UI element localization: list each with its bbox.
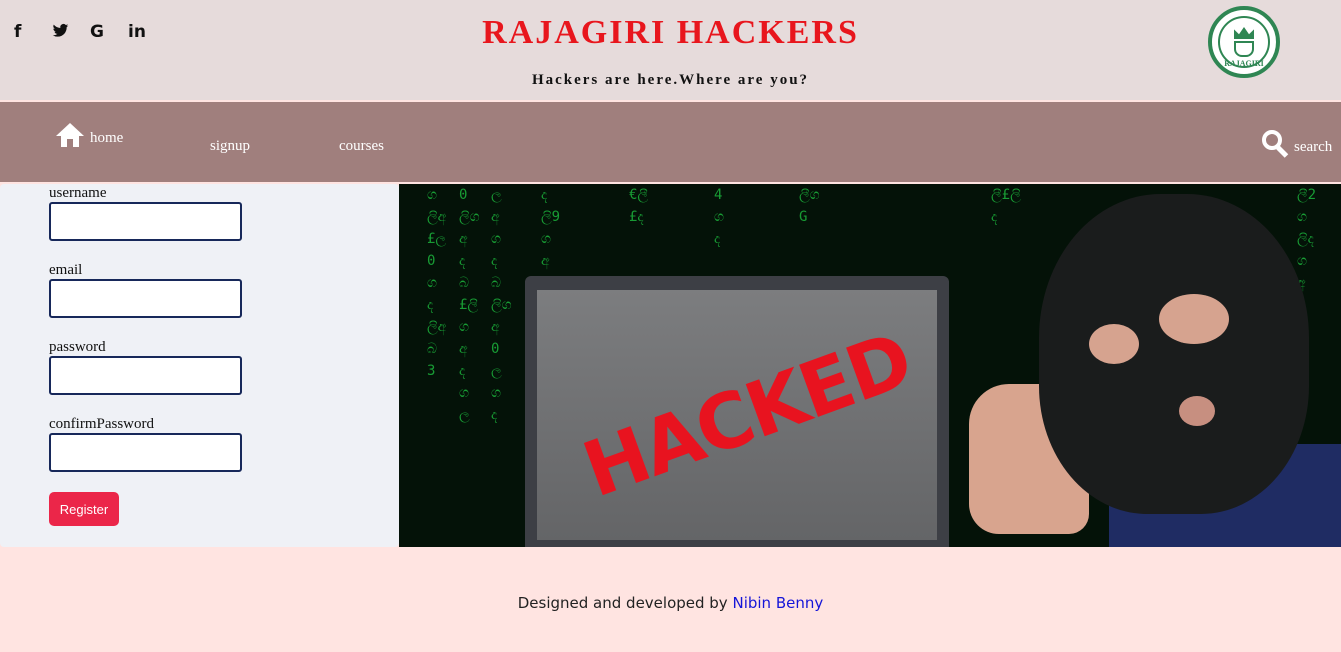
email-label: email [49, 262, 83, 278]
footer-credit-text: Designed and developed by [517, 594, 728, 612]
nav-home[interactable]: home [56, 123, 124, 147]
nav-courses-label: courses [339, 138, 384, 154]
register-button[interactable]: Register [49, 492, 119, 526]
site-title: RAJAGIRI HACKERS [482, 14, 859, 51]
signup-form: username email password confirmPassword … [0, 184, 399, 547]
footer: Designed and developed by Nibin Benny [0, 547, 1341, 652]
nav-courses[interactable]: courses [339, 138, 384, 155]
hacked-stamp: HACKED [571, 314, 923, 515]
hero-image: ගලිඅ£ල0ගදලිඅබ3 0ලිගඅදබ£ලිගඅදගල ලඅගදබලිගඅ… [399, 184, 1341, 547]
matrix-rain-decoration: ලඅගදබලිගඅ0ලගද [491, 187, 512, 423]
site-tagline: Hackers are here.Where are you? [531, 72, 810, 88]
nav-signup[interactable]: signup [210, 138, 250, 155]
home-icon [56, 123, 84, 147]
header: f G in RAJAGIRI HACKERS Hackers are here… [0, 0, 1341, 100]
masked-hacker-graphic [969, 184, 1341, 547]
nav-home-label: home [90, 130, 124, 146]
laptop-screen: HACKED [537, 290, 937, 540]
matrix-rain-decoration: 0ලිගඅදබ£ලිගඅදගල [459, 187, 480, 423]
search-icon [1262, 130, 1289, 158]
nav-signup-label: signup [210, 138, 251, 154]
password-input[interactable] [49, 356, 242, 395]
logo-text: RAJAGIRI [1224, 59, 1264, 68]
nav-search[interactable]: search [1262, 130, 1333, 158]
laptop-graphic: HACKED [525, 276, 949, 547]
username-label: username [49, 185, 107, 201]
author-link[interactable]: Nibin Benny [732, 594, 823, 612]
confirm-password-input[interactable] [49, 433, 242, 472]
rajagiri-logo: RAJAGIRI [1208, 6, 1280, 78]
nav-bar: home signup courses search [0, 102, 1341, 182]
username-input[interactable] [49, 202, 242, 241]
shield-icon [1234, 41, 1254, 57]
matrix-rain-decoration: ගලිඅ£ල0ගදලිඅබ3 [427, 187, 447, 379]
crown-icon [1234, 27, 1254, 39]
balaclava [1039, 194, 1309, 514]
confirm-password-label: confirmPassword [49, 416, 154, 432]
email-input[interactable] [49, 279, 242, 318]
password-label: password [49, 339, 106, 355]
nav-search-label: search [1294, 139, 1333, 155]
